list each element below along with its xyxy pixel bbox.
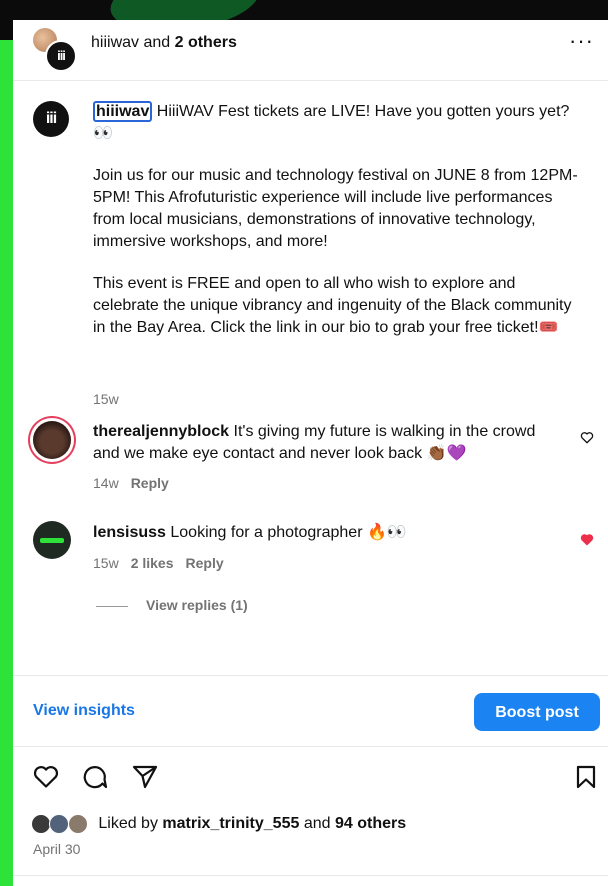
caption-first-line: hiiiwav HiiiWAV Fest tickets are LIVE! H… (93, 101, 583, 145)
comment-meta: 15w 2 likes Reply (93, 555, 236, 571)
comment-body: lensisuss Looking for a photographer 🔥👀 (93, 522, 553, 544)
commenter-avatar[interactable] (33, 421, 71, 459)
commenter-username[interactable]: lensisuss (93, 524, 166, 541)
author-username[interactable]: hiiiwav (91, 34, 139, 51)
comment-time: 14w (93, 475, 119, 491)
caption-text: HiiiWAV Fest tickets are LIVE! Have you … (93, 103, 570, 142)
liker-avatar (49, 814, 70, 834)
reply-button[interactable]: Reply (131, 475, 169, 491)
caption-timestamp: 15w (93, 391, 119, 407)
collab-avatars[interactable]: iii (33, 28, 77, 72)
comment-time: 15w (93, 555, 119, 571)
others-link[interactable]: 2 others (175, 34, 237, 51)
caption-avatar[interactable]: iii (33, 101, 69, 137)
comment-icon[interactable] (82, 764, 108, 790)
caption-paragraph: Join us for our music and technology fes… (93, 167, 578, 250)
liker-username[interactable]: matrix_trinity_555 (162, 815, 299, 832)
heart-filled-icon[interactable] (580, 533, 594, 546)
insights-bar: View insights Boost post (13, 675, 608, 747)
likes-others-link[interactable]: 94 others (335, 815, 406, 832)
green-side-strip (0, 40, 13, 886)
liker-avatar (67, 814, 88, 834)
hiiiwav-logo: iii (45, 40, 77, 72)
boost-post-button[interactable]: Boost post (474, 693, 600, 731)
view-replies-button[interactable]: View replies (1) (96, 597, 248, 613)
post-detail-card: iii hiiiwav and 2 others ··· iii hiiiwav… (13, 20, 608, 886)
heart-outline-icon[interactable] (580, 431, 594, 444)
more-options-icon[interactable]: ··· (569, 28, 594, 54)
comment-text: Looking for a photographer 🔥👀 (165, 524, 407, 541)
comment-meta: 14w Reply (93, 475, 181, 491)
caption-username[interactable]: hiiiwav (93, 101, 153, 122)
share-icon[interactable] (132, 765, 158, 789)
view-insights-link[interactable]: View insights (33, 702, 135, 720)
divider (13, 875, 608, 876)
post-header: iii hiiiwav and 2 others ··· (13, 20, 608, 81)
top-dark-band (0, 0, 608, 20)
commenter-avatar[interactable] (33, 521, 71, 559)
likes-summary[interactable]: Liked by matrix_trinity_555 and 94 other… (31, 814, 406, 834)
liker-avatar (31, 814, 51, 834)
replies-divider (96, 605, 128, 607)
post-authors[interactable]: hiiiwav and 2 others (91, 34, 237, 52)
comment-likes[interactable]: 2 likes (131, 555, 174, 571)
reply-button[interactable]: Reply (186, 555, 224, 571)
caption-paragraph: This event is FREE and open to all who w… (93, 275, 572, 336)
post-caption: hiiiwav HiiiWAV Fest tickets are LIVE! H… (93, 101, 583, 359)
comment-body: therealjennyblock It's giving my future … (93, 421, 553, 465)
commenter-username[interactable]: therealjennyblock (93, 423, 229, 440)
post-date: April 30 (33, 841, 81, 857)
like-icon[interactable] (33, 765, 59, 789)
save-icon[interactable] (576, 765, 596, 789)
